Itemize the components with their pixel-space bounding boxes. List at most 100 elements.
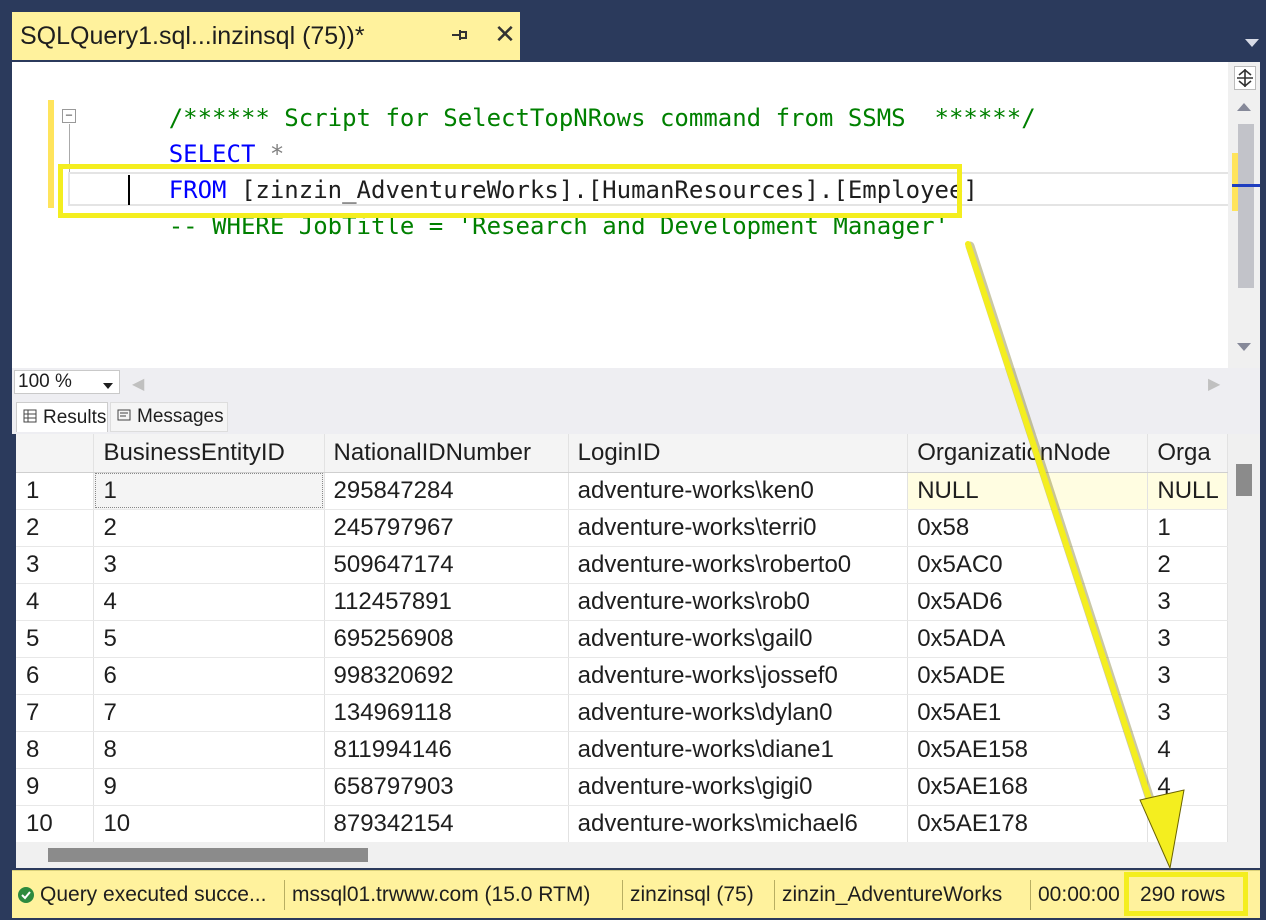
table-cell[interactable]: 0x5AE168 — [907, 768, 1149, 806]
table-cell[interactable]: 4 — [93, 583, 325, 621]
table-cell[interactable]: 695256908 — [324, 620, 569, 658]
table-cell[interactable]: 6 — [93, 657, 325, 695]
column-header[interactable]: OrganizationNode — [907, 434, 1149, 473]
table-cell[interactable]: 10 — [93, 805, 325, 842]
table-cell[interactable]: adventure-works\roberto0 — [568, 546, 909, 584]
row-number-header[interactable] — [16, 434, 95, 473]
table-cell[interactable]: 9 — [93, 768, 325, 806]
table-cell[interactable]: 0x5AE178 — [907, 805, 1149, 842]
table-cell[interactable]: 1 — [1147, 509, 1228, 547]
table-cell[interactable]: 0x5ADA — [907, 620, 1149, 658]
editor-scroll-thumb[interactable] — [1238, 124, 1254, 288]
row-number[interactable]: 1 — [16, 472, 95, 510]
table-cell[interactable]: 7 — [93, 694, 325, 732]
collapse-region-icon[interactable]: − — [62, 109, 76, 123]
table-cell[interactable]: 3 — [1147, 694, 1228, 732]
editor-vertical-scrollbar[interactable] — [1228, 62, 1260, 368]
table-cell[interactable]: NULL — [907, 472, 1149, 510]
table-cell[interactable]: adventure-works\ken0 — [568, 472, 909, 510]
grid-vertical-thumb[interactable] — [1236, 464, 1252, 496]
table-cell[interactable]: 509647174 — [324, 546, 569, 584]
table-cell[interactable]: 879342154 — [324, 805, 569, 842]
table-cell[interactable]: adventure-works\michael6 — [568, 805, 909, 842]
document-tab-title: SQLQuery1.sql...inzinsql (75))* — [20, 21, 365, 50]
table-cell[interactable]: 4 — [1147, 768, 1228, 806]
table-cell[interactable]: 3 — [1147, 657, 1228, 695]
table-cell[interactable]: adventure-works\jossef0 — [568, 657, 909, 695]
status-divider — [284, 880, 285, 910]
table-cell[interactable]: 2 — [1147, 546, 1228, 584]
table-cell[interactable]: adventure-works\gigi0 — [568, 768, 909, 806]
status-user: zinzinsql (75) — [630, 883, 754, 906]
table-cell[interactable]: adventure-works\rob0 — [568, 583, 909, 621]
table-cell[interactable]: 811994146 — [324, 731, 569, 769]
chevron-down-icon[interactable] — [102, 377, 114, 395]
table-cell[interactable]: 998320692 — [324, 657, 569, 695]
table-row: 9 9 658797903 adventure-works\gigi0 0x5A… — [16, 768, 1228, 806]
table-cell[interactable]: 1 — [93, 472, 325, 510]
code-line-2: SELECT * — [82, 100, 285, 168]
table-cell[interactable]: 0x5AE158 — [907, 731, 1149, 769]
table-cell[interactable]: 2 — [93, 509, 325, 547]
table-cell[interactable]: 0x5AD6 — [907, 583, 1149, 621]
results-tab-strip: Results Messages — [12, 396, 1260, 434]
results-grid[interactable]: BusinessEntityID NationalIDNumber LoginI… — [16, 434, 1228, 842]
tab-overflow-dropdown-icon[interactable] — [1244, 36, 1260, 50]
table-cell[interactable]: 4 — [1147, 805, 1228, 842]
column-header[interactable]: Orga — [1147, 434, 1228, 473]
tab-results-label: Results — [43, 406, 107, 428]
table-cell[interactable]: 3 — [1147, 583, 1228, 621]
table-cell[interactable]: 0x5AE1 — [907, 694, 1149, 732]
row-number[interactable]: 3 — [16, 546, 95, 584]
document-tab[interactable]: SQLQuery1.sql...inzinsql (75))* ✕ — [12, 12, 520, 60]
row-number[interactable]: 5 — [16, 620, 95, 658]
row-number[interactable]: 6 — [16, 657, 95, 695]
scroll-left-icon[interactable]: ◀ — [132, 374, 144, 394]
table-cell[interactable]: 3 — [1147, 620, 1228, 658]
table-cell[interactable]: adventure-works\dylan0 — [568, 694, 909, 732]
caret-position-marker — [1232, 184, 1260, 187]
success-check-icon — [18, 887, 34, 903]
table-cell[interactable]: 112457891 — [324, 583, 569, 621]
code-line-1: /****** Script for SelectTopNRows comman… — [82, 64, 1036, 132]
table-cell[interactable]: 0x5AC0 — [907, 546, 1149, 584]
zoom-bar: 100 % ◀ ▶ — [12, 368, 1260, 396]
row-number[interactable]: 9 — [16, 768, 95, 806]
table-cell[interactable]: 245797967 — [324, 509, 569, 547]
column-header[interactable]: BusinessEntityID — [93, 434, 325, 473]
grid-vertical-scrollbar[interactable] — [1228, 434, 1260, 842]
row-number[interactable]: 2 — [16, 509, 95, 547]
table-cell[interactable]: adventure-works\terri0 — [568, 509, 909, 547]
grid-horizontal-scrollbar[interactable] — [16, 842, 1260, 868]
table-cell[interactable]: 295847284 — [324, 472, 569, 510]
table-cell[interactable]: adventure-works\diane1 — [568, 731, 909, 769]
table-cell[interactable]: 3 — [93, 546, 325, 584]
table-cell[interactable]: NULL — [1147, 472, 1228, 510]
column-header[interactable]: LoginID — [568, 434, 909, 473]
column-header[interactable]: NationalIDNumber — [324, 434, 569, 473]
pin-icon[interactable] — [448, 24, 470, 46]
scroll-right-icon[interactable]: ▶ — [1208, 374, 1220, 394]
table-cell[interactable]: 8 — [93, 731, 325, 769]
tab-results[interactable]: Results — [16, 402, 108, 432]
row-number[interactable]: 10 — [16, 805, 95, 842]
table-cell[interactable]: 0x58 — [907, 509, 1149, 547]
close-tab-icon[interactable]: ✕ — [494, 21, 516, 47]
split-window-icon[interactable] — [1234, 66, 1256, 90]
tab-messages[interactable]: Messages — [110, 402, 228, 432]
grid-horizontal-thumb[interactable] — [48, 848, 368, 862]
scroll-down-icon[interactable] — [1236, 340, 1252, 358]
table-cell[interactable]: 134969118 — [324, 694, 569, 732]
ssms-window: SQLQuery1.sql...inzinsql (75))* ✕ − /***… — [0, 0, 1266, 920]
row-number[interactable]: 8 — [16, 731, 95, 769]
table-cell[interactable]: adventure-works\gail0 — [568, 620, 909, 658]
table-cell[interactable]: 5 — [93, 620, 325, 658]
table-cell[interactable]: 4 — [1147, 731, 1228, 769]
row-number[interactable]: 7 — [16, 694, 95, 732]
table-cell[interactable]: 0x5ADE — [907, 657, 1149, 695]
row-number[interactable]: 4 — [16, 583, 95, 621]
status-elapsed: 00:00:00 — [1038, 883, 1120, 906]
scroll-up-icon[interactable] — [1236, 100, 1252, 118]
status-divider — [1030, 880, 1031, 910]
table-cell[interactable]: 658797903 — [324, 768, 569, 806]
